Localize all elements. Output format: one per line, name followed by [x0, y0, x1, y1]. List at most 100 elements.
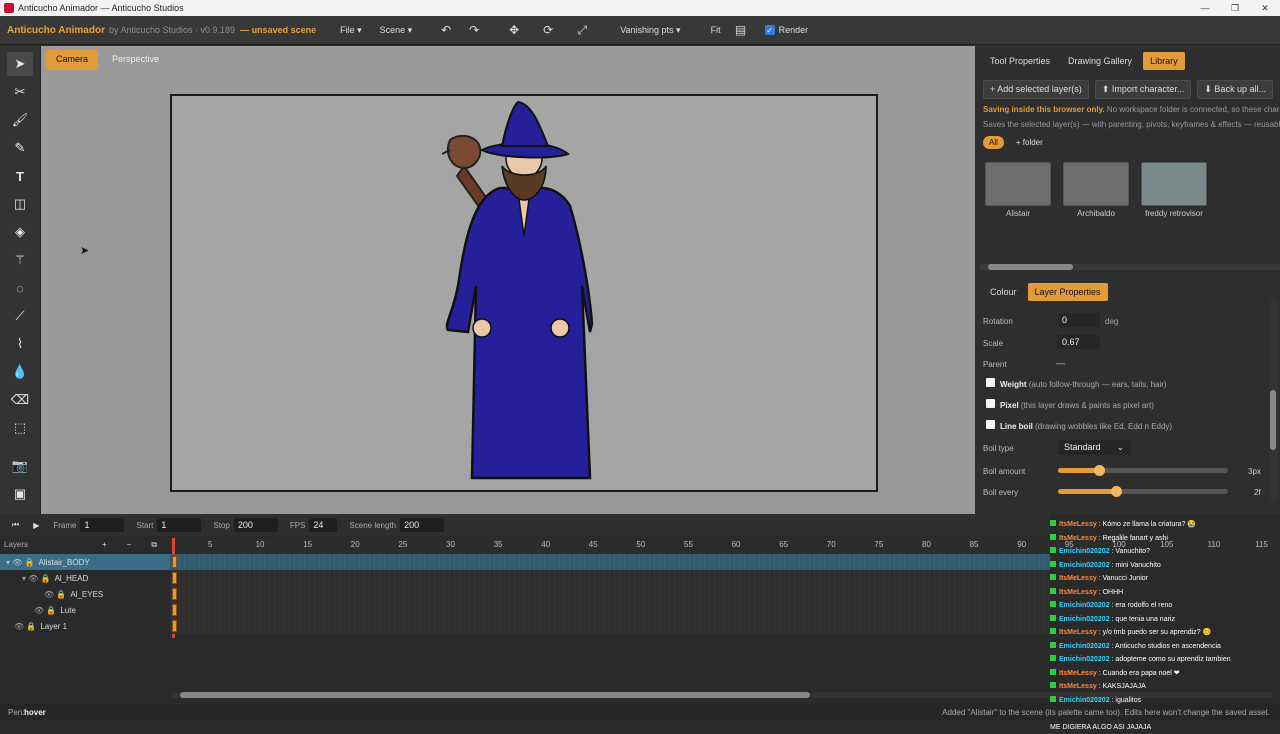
chat-message: ItsMeLessy : Regalile fanart y ashi	[1050, 532, 1280, 546]
import-character-button[interactable]: ⬆ Import character...	[1095, 80, 1192, 99]
tab-layer-properties[interactable]: Layer Properties	[1028, 283, 1108, 301]
text-icon[interactable]: T	[7, 164, 33, 188]
magic-wand-icon[interactable]: ⚚	[7, 248, 33, 272]
redo-icon[interactable]: ↷	[464, 21, 484, 39]
safe-frame-icon[interactable]: ▤	[731, 21, 751, 39]
smudge-icon[interactable]: ⌇	[7, 332, 33, 356]
thumbnail	[985, 162, 1051, 206]
drop-icon[interactable]: 💧	[7, 360, 33, 384]
scissors-icon[interactable]: ✂	[7, 80, 33, 104]
render-checkbox[interactable]: ✓	[765, 25, 775, 35]
props-tabs: Colour Layer Properties	[983, 283, 1108, 301]
layer-track[interactable]	[170, 586, 1050, 602]
shapes-icon[interactable]: ◫	[7, 192, 33, 216]
transform-icon[interactable]: ⬚	[7, 416, 33, 440]
minimize-icon[interactable]: —	[1190, 0, 1220, 16]
select-icon[interactable]: ➤	[7, 52, 33, 76]
duplicate-layer-icon[interactable]: ⧉	[151, 540, 157, 550]
thumbnail	[1063, 162, 1129, 206]
pixel-checkbox[interactable]	[986, 399, 995, 408]
line-boil-label: Line boil (drawing wobbles like Ed, Edd …	[1000, 422, 1172, 431]
parent-value[interactable]: —	[1056, 358, 1065, 368]
layer-track[interactable]	[170, 602, 1050, 618]
keyframe[interactable]	[172, 620, 177, 632]
keyframe[interactable]	[172, 556, 177, 568]
layers-stack-icon[interactable]: ▣	[7, 482, 33, 506]
layer-track[interactable]	[170, 554, 1050, 570]
layer-row[interactable]: ▾ 👁 🔒Al_HEAD	[0, 570, 170, 586]
boil-amount-slider[interactable]	[1058, 468, 1228, 473]
pen-state: hover	[24, 708, 46, 717]
bone-icon[interactable]: ⟋	[7, 304, 33, 328]
filter-all[interactable]: All	[983, 136, 1004, 149]
chat-text: : Kómo ze llama la criatura? 😭	[1097, 521, 1196, 528]
keyframe[interactable]	[172, 588, 177, 600]
chat-username: ItsMeLessy	[1059, 575, 1097, 582]
wizard-character-drawing[interactable]	[172, 96, 876, 490]
library-item-label: freddy retrovisor	[1141, 209, 1207, 218]
tab-camera[interactable]: Camera	[46, 50, 98, 70]
start-input[interactable]: 1	[157, 518, 201, 532]
frame-input[interactable]: 1	[80, 518, 124, 532]
rotation-input[interactable]: 0	[1058, 313, 1100, 327]
tab-colour[interactable]: Colour	[983, 283, 1024, 301]
layer-name: Layer 1	[40, 622, 67, 631]
chat-message: Emichin020202 : Anticucho studios en asc…	[1050, 640, 1280, 654]
scale-icon[interactable]: ⤢	[572, 21, 592, 39]
layer-track[interactable]	[170, 618, 1050, 634]
lasso-icon[interactable]: ◌	[7, 276, 33, 300]
boil-type-select[interactable]: Standard⌄	[1058, 440, 1130, 455]
chat-badge-icon	[1050, 642, 1056, 648]
new-folder-button[interactable]: + folder	[1010, 136, 1049, 149]
tab-perspective[interactable]: Perspective	[102, 50, 169, 70]
library-item[interactable]: Archibaldo	[1063, 162, 1129, 220]
scale-input[interactable]: 0.67	[1058, 335, 1100, 349]
library-filters: All + folder	[983, 136, 1049, 149]
library-item[interactable]: freddy retrovisor	[1141, 162, 1207, 220]
keyframe[interactable]	[172, 604, 177, 616]
fit-button[interactable]: Fit	[705, 22, 727, 38]
stop-input[interactable]: 200	[234, 518, 278, 532]
fill-bucket-icon[interactable]: ◈	[7, 220, 33, 244]
play-icon[interactable]: ▶	[33, 521, 39, 530]
vanishing-points-dropdown[interactable]: Vanishing pts ▾	[614, 22, 686, 39]
eraser-icon[interactable]: ⌫	[7, 388, 33, 412]
layer-row[interactable]: ▾ 👁 🔒Alistair_BODY	[0, 554, 170, 570]
library-scrollbar[interactable]	[980, 264, 1280, 270]
line-boil-checkbox[interactable]	[986, 420, 995, 429]
fps-input[interactable]: 24	[309, 518, 337, 532]
rewind-icon[interactable]: ⏮	[12, 520, 19, 530]
ruler-tick: 25	[398, 540, 407, 549]
layer-row[interactable]: 👁 🔒Al_EYES	[0, 586, 170, 602]
keyframe[interactable]	[172, 572, 177, 584]
props-scrollbar[interactable]	[1270, 300, 1278, 500]
tab-drawing-gallery[interactable]: Drawing Gallery	[1061, 52, 1139, 70]
ruler-tick: 70	[827, 540, 836, 549]
library-item[interactable]: Alistair	[985, 162, 1051, 220]
rotate-icon[interactable]: ⟳	[538, 21, 558, 39]
weight-checkbox[interactable]	[986, 378, 995, 387]
tab-tool-properties[interactable]: Tool Properties	[983, 52, 1057, 70]
scene-menu[interactable]: Scene ▾	[374, 22, 419, 39]
layer-row[interactable]: 👁 🔒Layer 1	[0, 618, 170, 634]
menu-bar: Anticucho Animador by Anticucho Studios …	[0, 16, 1280, 45]
layer-row[interactable]: 👁 🔒Lute	[0, 602, 170, 618]
camera-frame[interactable]	[170, 94, 878, 492]
close-icon[interactable]: ✕	[1250, 0, 1280, 16]
pencil-icon[interactable]: ✎	[7, 136, 33, 160]
camera-icon[interactable]: 📷	[7, 454, 33, 478]
maximize-icon[interactable]: ❐	[1220, 0, 1250, 16]
add-layer-icon[interactable]: +	[102, 540, 107, 550]
boil-every-slider[interactable]	[1058, 489, 1228, 494]
layer-track[interactable]	[170, 570, 1050, 586]
back-up-all-button[interactable]: ⬇ Back up all...	[1197, 80, 1273, 99]
remove-layer-icon[interactable]: −	[127, 540, 132, 550]
ruler-tick: 65	[779, 540, 788, 549]
tab-library[interactable]: Library	[1143, 52, 1185, 70]
file-menu[interactable]: File ▾	[334, 22, 368, 39]
brush-icon[interactable]: 🖌	[7, 108, 33, 132]
move-icon[interactable]: ✥	[504, 21, 524, 39]
scene-length-input[interactable]: 200	[400, 518, 444, 532]
add-selected-layers-button[interactable]: + Add selected layer(s)	[983, 80, 1089, 99]
undo-icon[interactable]: ↶	[436, 21, 456, 39]
